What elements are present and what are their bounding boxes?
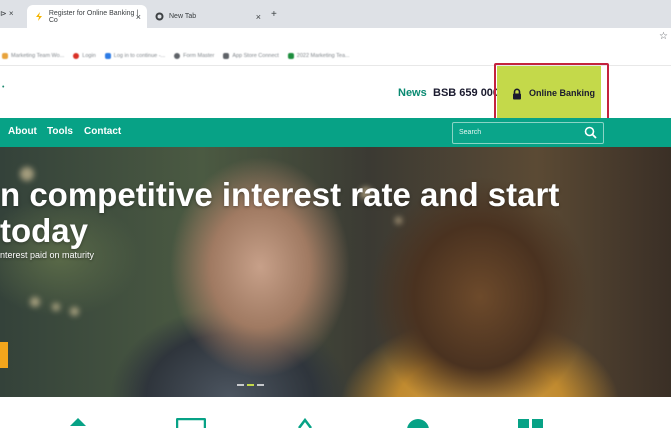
carousel-dot-active[interactable] — [247, 384, 254, 386]
search-input[interactable]: Search — [452, 122, 604, 144]
bokeh-light — [395, 217, 402, 224]
tab-new-tab[interactable]: New Tab × — [147, 5, 267, 28]
address-bar[interactable]: ☆ — [0, 28, 671, 46]
hero-headline-line2: today — [0, 212, 89, 249]
bolt-icon — [35, 12, 44, 21]
bookmark-star-icon[interactable]: ☆ — [659, 31, 668, 42]
bookmark-icon — [287, 52, 294, 59]
bookmark-icon — [73, 52, 80, 59]
nav-item-tools[interactable]: Tools — [47, 126, 73, 137]
main-nav: About Tools Contact Search — [0, 118, 671, 147]
carousel-indicators — [237, 384, 264, 386]
partial-tab-close-icon[interactable]: ⊳ × — [0, 9, 14, 18]
bokeh-light — [52, 303, 60, 311]
percent-icon[interactable] — [406, 415, 430, 433]
tab-title: Register for Online Banking | Co — [48, 9, 139, 24]
browser-tab-bar: ⊳ × Register for Online Banking | Co × N… — [0, 0, 671, 28]
new-tab-button[interactable]: + — [271, 9, 277, 20]
hero-subtext: nterest paid on maturity — [0, 250, 95, 260]
tab-register-online-banking[interactable]: Register for Online Banking | Co × — [27, 5, 147, 28]
hero-cta-edge[interactable] — [0, 342, 8, 368]
tab-close-icon[interactable]: × — [136, 12, 141, 22]
calculator-icon[interactable] — [518, 415, 544, 433]
news-link[interactable]: News — [398, 87, 427, 99]
bookmark-item[interactable]: Log in to continue -... — [104, 52, 165, 59]
feature-icons-row — [0, 397, 671, 433]
bookmark-item[interactable]: Login — [73, 52, 96, 59]
bookmark-icon — [223, 52, 230, 59]
carousel-dot[interactable] — [257, 384, 264, 386]
nav-item-contact[interactable]: Contact — [84, 126, 121, 137]
bookmark-icon — [104, 52, 111, 59]
search-icon[interactable] — [584, 126, 597, 144]
bokeh-light — [70, 307, 79, 316]
bsb-number: BSB 659 000 — [433, 87, 500, 99]
bookmark-item[interactable]: Form Master — [174, 52, 214, 59]
bookmark-icon — [174, 52, 181, 59]
tab-close-icon[interactable]: × — [256, 12, 261, 22]
bookmark-item[interactable]: Marketing Team Wo... — [2, 52, 64, 59]
bookmark-item[interactable]: 2022 Marketing Tea... — [287, 52, 350, 59]
bookmark-item[interactable]: App Store Connect — [223, 52, 279, 59]
bookmark-icon — [2, 52, 8, 59]
hero-headline-line1: n competitive interest rate and start — [0, 176, 560, 213]
hero-banner: n competitive interest rate and start to… — [0, 147, 671, 397]
bokeh-light — [30, 297, 40, 307]
tab-title: New Tab — [169, 13, 197, 20]
highlight-box — [494, 63, 609, 121]
tag-icon[interactable] — [297, 415, 313, 433]
house-icon[interactable] — [70, 415, 86, 433]
globe-icon — [155, 12, 164, 21]
carousel-dot[interactable] — [237, 384, 244, 386]
logo-fragment: • — [2, 84, 5, 91]
monitor-icon[interactable] — [175, 415, 207, 433]
nav-item-about[interactable]: About — [8, 126, 37, 137]
search-placeholder: Search — [459, 129, 482, 136]
